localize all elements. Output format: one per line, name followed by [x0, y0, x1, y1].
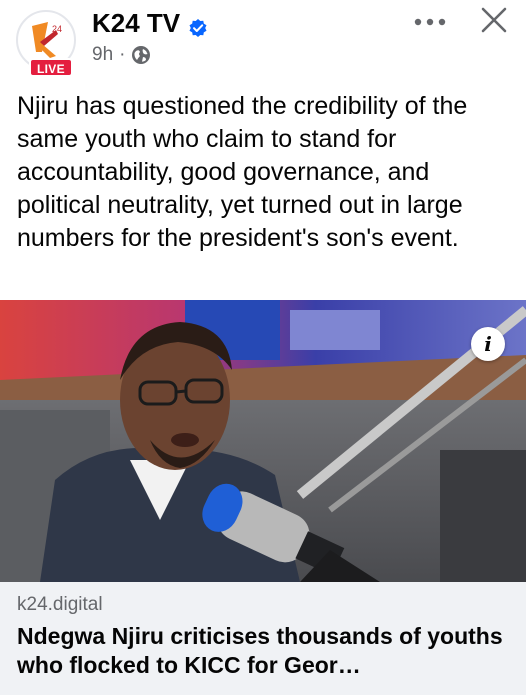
- link-title[interactable]: Ndegwa Njiru criticises thousands of you…: [17, 622, 517, 680]
- meta-separator: ·: [119, 44, 126, 65]
- close-icon: [480, 6, 508, 39]
- post-timestamp[interactable]: 9h: [92, 44, 113, 66]
- link-domain: k24.digital: [17, 594, 103, 615]
- more-horizontal-icon: [414, 13, 446, 31]
- globe-icon[interactable]: [131, 45, 151, 65]
- live-badge: LIVE: [29, 58, 73, 77]
- post-text: Njiru has questioned the credibility of …: [17, 92, 468, 252]
- page-name[interactable]: K24 TV: [92, 7, 180, 39]
- page-name-row[interactable]: K24 TV: [92, 7, 208, 39]
- post-meta: 9h ·: [92, 44, 151, 66]
- more-options-button[interactable]: [410, 8, 450, 36]
- post-header: 24 LIVE K24 TV 9h ·: [0, 0, 526, 88]
- svg-text:24: 24: [52, 24, 62, 34]
- verified-badge-icon: [188, 13, 208, 37]
- studio-photo: [0, 300, 526, 582]
- link-preview-image[interactable]: [0, 300, 526, 582]
- close-button[interactable]: [476, 4, 512, 40]
- link-preview-card[interactable]: k24.digital Ndegwa Njiru criticises thou…: [0, 582, 526, 695]
- info-button[interactable]: i: [471, 327, 505, 361]
- info-icon: i: [484, 332, 492, 356]
